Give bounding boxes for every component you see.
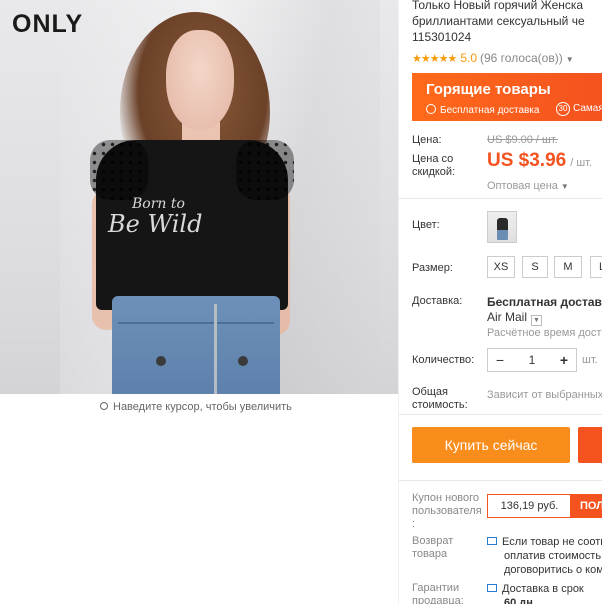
truck-icon xyxy=(426,104,436,114)
quantity-input[interactable]: 1 xyxy=(512,349,552,371)
column-divider xyxy=(398,0,399,604)
shipping-label: Доставка: xyxy=(412,295,463,307)
coupon-label: Купон нового пользователя : xyxy=(412,492,482,531)
total-label-line-2: стоимость: xyxy=(412,399,468,411)
brand-logo: ONLY xyxy=(12,10,84,38)
star-rating-icon: ★★★★★ xyxy=(412,53,457,65)
get-coupon-button[interactable]: ПОЛ xyxy=(570,494,602,518)
rating-votes: (96 голоса(ов)) xyxy=(480,51,563,65)
guarantee-text-line-1: Доставка в срок xyxy=(502,583,584,595)
carrier-name: Air Mail xyxy=(487,310,528,324)
product-title: Только Новый горячий Женска бриллиантами… xyxy=(412,0,602,45)
wholesale-text: Оптовая цена xyxy=(487,180,558,192)
total-label: Общая стоимость: xyxy=(412,386,468,412)
returns-text-line-1: Если товар не соотв xyxy=(502,536,602,548)
coupon-label-line-1: Купон нового xyxy=(412,492,480,504)
returns-label-line-1: Возврат xyxy=(412,535,454,547)
quantity-increase-button[interactable]: + xyxy=(552,349,576,371)
banner-free-shipping: Бесплатная доставка xyxy=(426,104,539,116)
price-unit: / шт. xyxy=(570,157,593,169)
discount-label-line-2: скидкой: xyxy=(412,166,456,178)
wholesale-price-link[interactable]: Оптовая цена ▼ xyxy=(487,180,569,192)
skirt-button xyxy=(156,356,166,366)
quantity-label: Количество: xyxy=(412,354,475,366)
price-label: Цена: xyxy=(412,134,442,146)
zoom-hint-text: Наведите курсор, чтобы увеличить xyxy=(113,401,292,413)
zoom-hint: Наведите курсор, чтобы увеличить xyxy=(100,401,292,413)
size-label: Размер: xyxy=(412,262,453,274)
add-to-cart-button[interactable] xyxy=(578,427,602,463)
returns-label: Возврат товара xyxy=(412,535,453,561)
new-price: US $3.96 xyxy=(487,150,567,171)
title-line-1: Только Новый горячий Женска xyxy=(412,0,584,12)
returns-text-line-2: оплатив стоимость xyxy=(504,550,602,562)
skirt-waistband xyxy=(118,302,274,324)
skirt-button xyxy=(238,356,248,366)
color-swatch[interactable] xyxy=(487,211,517,243)
magnifier-icon xyxy=(100,402,108,410)
hot-deals-banner[interactable]: Горящие товары Бесплатная доставка 30 Сам… xyxy=(412,73,602,121)
title-line-2: бриллиантами сексуальный че xyxy=(412,14,585,28)
guarantee-text-line-2: 60 дн xyxy=(504,597,533,604)
coupon-label-line-2: пользователя xyxy=(412,505,482,517)
discount-price: US $3.96/ шт. xyxy=(487,150,592,172)
mesh-sleeve-left xyxy=(90,140,148,200)
size-option-m[interactable]: M xyxy=(554,256,582,278)
banner-free-shipping-text: Бесплатная доставка xyxy=(440,105,540,116)
model-face xyxy=(166,30,234,130)
shipping-estimate: Расчётное время доста xyxy=(487,327,602,339)
guarantee-label: Гарантии продавца: xyxy=(412,582,464,604)
returns-label-line-2: товара xyxy=(412,548,448,560)
discount-label-line-1: Цена со xyxy=(412,153,454,165)
size-option-xs[interactable]: XS xyxy=(487,256,515,278)
skirt-zipper xyxy=(214,304,217,394)
old-price: US $9.00 / шт. xyxy=(487,134,558,146)
buy-now-button[interactable]: Купить сейчас xyxy=(412,427,570,463)
print-line-2: Be Wild xyxy=(108,210,203,238)
shipping-method: Бесплатная доставка xyxy=(487,295,602,309)
banner-badge-text: Самая xyxy=(573,103,602,114)
quantity-unit: шт. xyxy=(582,354,598,366)
denim-skirt xyxy=(112,296,280,394)
size-option-l[interactable]: L xyxy=(590,256,602,278)
chevron-down-icon: ▼ xyxy=(531,315,543,326)
coupon-amount: 136,19 руб. xyxy=(487,494,571,518)
shipping-carrier[interactable]: Air Mail ▼ xyxy=(487,310,543,326)
size-option-s[interactable]: S xyxy=(522,256,548,278)
mesh-sleeve-right xyxy=(236,140,294,200)
title-line-3: 115301024 xyxy=(412,30,472,44)
delivery-guarantee-icon xyxy=(487,584,497,592)
rating[interactable]: ★★★★★ 5.0 (96 голоса(ов)) ▼ xyxy=(412,51,574,65)
color-label: Цвет: xyxy=(412,219,440,231)
returns-text: Если товар не соотв оплатив стоимость до… xyxy=(487,535,602,577)
guarantee-label-line-1: Гарантии xyxy=(412,582,460,594)
product-page: Born to Be Wild ONLY Наведите курсор, чт… xyxy=(0,0,602,604)
quantity-decrease-button[interactable]: − xyxy=(488,349,512,371)
return-policy-icon xyxy=(487,537,497,545)
rating-score: 5.0 xyxy=(460,51,477,65)
section-divider xyxy=(399,198,602,199)
guarantee-text: Доставка в срок 60 дн xyxy=(487,582,584,604)
guarantee-label-line-2: продавца: xyxy=(412,595,464,604)
section-divider xyxy=(399,414,602,415)
shirt-print: Born to Be Wild xyxy=(108,196,228,256)
badge-30-icon: 30 xyxy=(556,102,570,116)
coupon-label-line-3: : xyxy=(412,518,416,530)
banner-badge: 30 Самая xyxy=(556,102,602,116)
returns-text-line-3: договоритись о ком xyxy=(504,564,602,576)
discount-price-label: Цена со скидкой: xyxy=(412,153,455,179)
chevron-down-icon: ▼ xyxy=(565,55,574,64)
chevron-down-icon: ▼ xyxy=(560,182,569,191)
section-divider xyxy=(399,480,602,481)
product-image[interactable]: Born to Be Wild ONLY xyxy=(0,0,398,394)
quantity-stepper: − 1 + xyxy=(487,348,577,372)
banner-title: Горящие товары xyxy=(426,81,551,98)
total-value: Зависит от выбранных xyxy=(487,389,602,401)
total-label-line-1: Общая xyxy=(412,386,448,398)
